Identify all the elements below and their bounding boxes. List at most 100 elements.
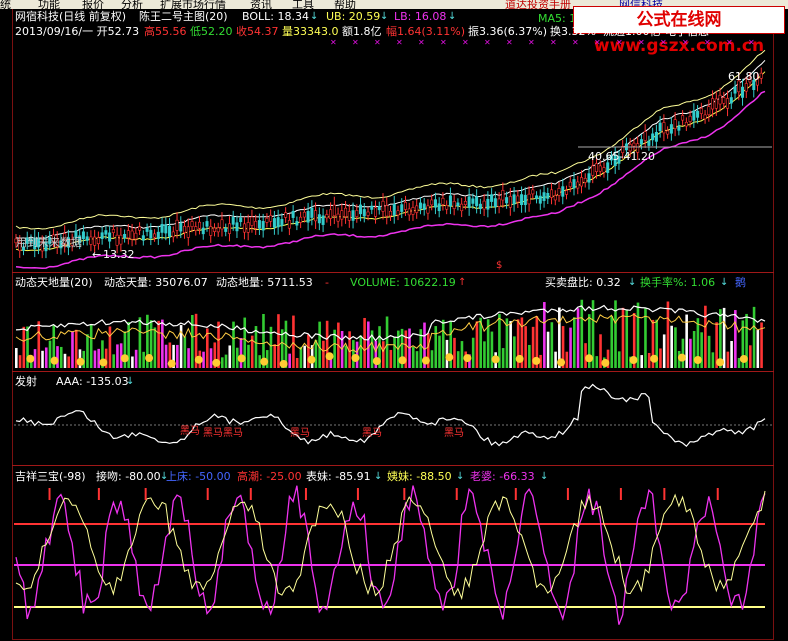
- candle-body: [493, 198, 497, 207]
- date-open: 2013/09/16/一 开52.73: [15, 25, 140, 38]
- volume-bar: [415, 351, 419, 368]
- turnover-rate: 换3.32%: [550, 25, 596, 38]
- candle-body: [93, 236, 97, 246]
- volume-bar: [97, 348, 100, 368]
- candle-body: [370, 205, 374, 210]
- volume-bar: [393, 336, 396, 368]
- candle-body: [711, 98, 715, 110]
- candle-body: [699, 108, 703, 114]
- volume-value: VOLUME: 10622.19: [350, 276, 456, 289]
- candle-body: [557, 188, 561, 196]
- volume-bar: [565, 351, 569, 368]
- volume-bar: [509, 321, 512, 368]
- signal-x-icon: ✕: [418, 38, 425, 47]
- candle-body: [224, 227, 228, 232]
- amplitude: 振3.36(6.37%): [468, 25, 548, 38]
- candle-body: [411, 207, 415, 215]
- candle-body: [703, 114, 707, 120]
- signal-x-icon: ✕: [506, 38, 513, 47]
- biaomei-line: [15, 485, 766, 625]
- volume-bar: [625, 310, 629, 368]
- volume-bar: [303, 345, 306, 368]
- buy-sell-ratio: 买卖盘比: 0.32: [545, 276, 621, 289]
- volume-bar: [411, 346, 415, 368]
- candle-body: [759, 72, 763, 79]
- chart-canvas[interactable]: [0, 0, 788, 641]
- candle-body: [396, 210, 400, 216]
- low-price: 低52.20: [190, 25, 233, 38]
- candle-body: [212, 227, 216, 232]
- candle-body: [160, 224, 164, 233]
- candle-body: [553, 195, 557, 201]
- candle-body: [505, 197, 509, 204]
- ma5-value: MA5: 1: [538, 12, 577, 25]
- candle-body: [651, 133, 655, 141]
- volume-bar: [295, 357, 299, 368]
- volume-bar: [112, 354, 115, 368]
- candle-body: [606, 162, 610, 173]
- laopo-value: 老婆: -66.33: [470, 470, 535, 483]
- smiley-icon: [120, 354, 129, 363]
- candle-body: [639, 139, 643, 145]
- smiley-icon: [50, 356, 59, 365]
- smiley-icon: [421, 356, 430, 365]
- volume-bar: [157, 320, 160, 368]
- price-range-label: 40.65-41.20: [588, 150, 655, 163]
- smiley-icon: [532, 356, 541, 365]
- yimei-value: 姨妹: -88.50: [387, 470, 452, 483]
- candle-body: [325, 214, 329, 219]
- candle-body: [269, 215, 273, 222]
- volume-bar: [389, 349, 393, 368]
- candle-body: [677, 125, 681, 131]
- candle-body: [291, 210, 295, 218]
- candle-body: [565, 190, 569, 195]
- candle-body: [220, 219, 224, 230]
- signal-x-icon: ✕: [484, 38, 491, 47]
- volume-bar: [134, 349, 138, 368]
- volume-bar: [359, 335, 363, 368]
- smiley-icon: [167, 359, 176, 368]
- candle-body: [707, 106, 711, 115]
- volume-bar: [382, 341, 385, 368]
- candle-body: [448, 195, 452, 207]
- volume-bar: [711, 352, 715, 368]
- volume-bar: [726, 351, 730, 368]
- volume-bar: [138, 317, 142, 368]
- signal-x-icon: ✕: [682, 38, 689, 47]
- signal-x-icon: ✕: [374, 38, 381, 47]
- candle-body: [546, 193, 550, 199]
- candle-body: [231, 217, 235, 225]
- candle-body: [329, 209, 333, 219]
- lb-value: LB: 16.08: [394, 10, 447, 23]
- volume-bar: [161, 319, 164, 368]
- candle-body: [190, 221, 194, 227]
- candle-body: [478, 203, 482, 210]
- candle-body: [579, 177, 583, 187]
- float-shares: 流通1.00亿: [603, 25, 661, 38]
- volume-bar: [56, 346, 59, 368]
- candle-body: [130, 230, 134, 240]
- down-arrow-icon: ↓: [126, 376, 135, 387]
- candle-body: [426, 205, 430, 214]
- candle-body: [722, 97, 726, 104]
- candle-body: [422, 203, 426, 211]
- candle-body: [284, 212, 288, 218]
- candle-body: [430, 199, 434, 206]
- candle-body: [201, 227, 205, 235]
- candle-body: [85, 236, 89, 241]
- volume-bar: [228, 345, 232, 368]
- candle-body: [205, 221, 209, 227]
- candle-body: [381, 200, 385, 212]
- volume-bar: [513, 336, 516, 368]
- aaa-line: [15, 383, 766, 448]
- volume-bar: [550, 322, 554, 368]
- jixiang-panel-name: 吉祥三宝(-98): [15, 470, 86, 483]
- signal-x-icon: ✕: [660, 38, 667, 47]
- down-arrow-icon: ↓: [374, 471, 383, 482]
- candle-body: [512, 194, 516, 205]
- candle-body: [374, 207, 378, 217]
- candle-body: [310, 207, 314, 218]
- volume-bar: [670, 325, 673, 368]
- black-horse-label: 黑马: [223, 428, 243, 439]
- volume-bar: [441, 319, 445, 368]
